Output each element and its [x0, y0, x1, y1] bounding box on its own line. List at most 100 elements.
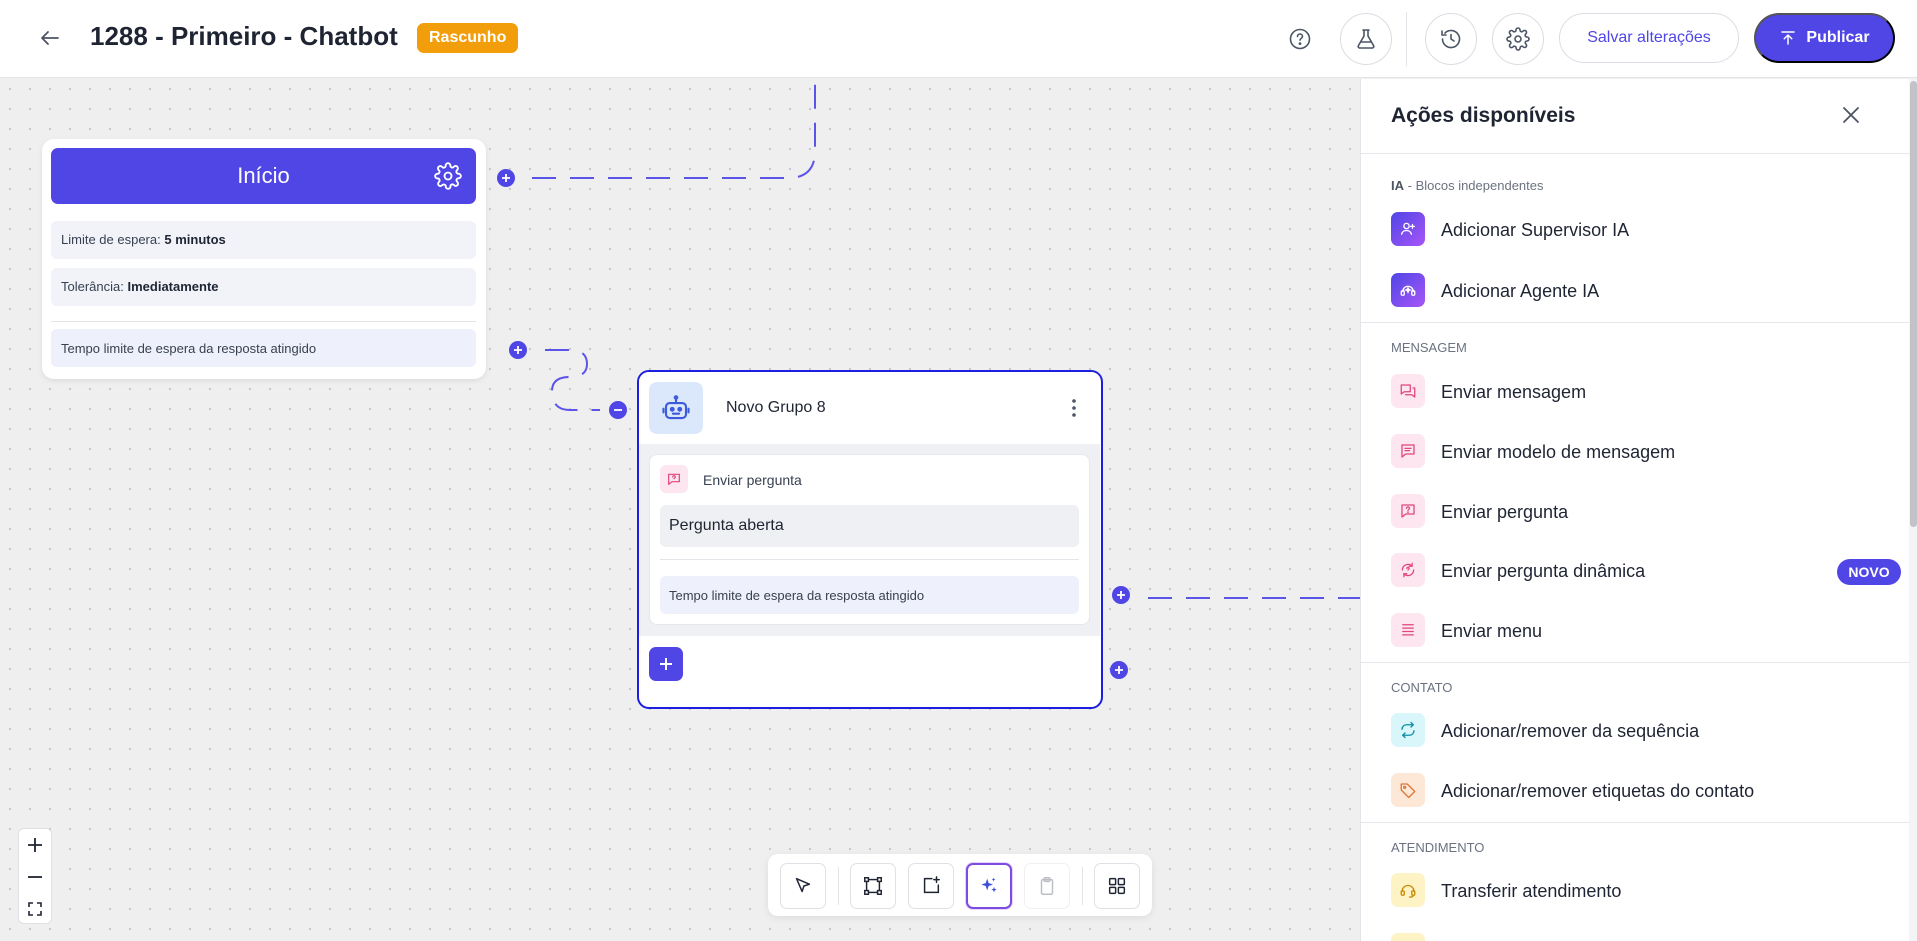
panel-divider — [1361, 822, 1909, 823]
step-divider — [660, 559, 1079, 560]
step-timeout-row: Tempo limite de espera da resposta ating… — [660, 576, 1079, 614]
question-step-card[interactable]: Enviar pergunta Pergunta aberta Tempo li… — [649, 454, 1090, 625]
question-text: Pergunta aberta — [660, 505, 1079, 547]
bot-avatar — [649, 382, 703, 434]
panel-divider — [1361, 322, 1909, 323]
zoom-out-button[interactable] — [19, 861, 51, 893]
agent-ai-icon — [1391, 273, 1425, 307]
start-node[interactable]: Início Limite de espera: 5 minutos Toler… — [42, 139, 486, 379]
history-icon — [1441, 29, 1461, 49]
ai-tool-button[interactable] — [966, 863, 1012, 909]
action-contact-tags[interactable]: Adicionar/remover etiquetas do contato — [1391, 770, 1891, 810]
help-circle-icon — [1289, 28, 1311, 50]
fit-view-button[interactable] — [19, 893, 51, 925]
action-send-menu[interactable]: Enviar menu — [1391, 610, 1891, 650]
start-node-divider — [51, 321, 476, 322]
add-step-button[interactable] — [649, 647, 683, 681]
add-connection-button[interactable] — [497, 169, 515, 187]
plus-icon — [660, 658, 672, 670]
tolerance-value: Imediatamente — [127, 279, 219, 294]
gear-icon[interactable] — [434, 162, 462, 190]
section-title-atendimento: ATENDIMENTO — [1391, 840, 1485, 855]
history-button[interactable] — [1425, 13, 1477, 65]
group-node-header[interactable]: Novo Grupo 8 — [639, 372, 1100, 444]
add-square-icon — [923, 876, 940, 894]
flow-canvas[interactable]: Início Limite de espera: 5 minutos Toler… — [0, 79, 1360, 941]
action-label: Enviar pergunta — [1441, 502, 1569, 522]
wait-limit-value: 5 minutos — [164, 232, 226, 247]
status-badge: Rascunho — [417, 23, 519, 53]
section-title-mensagem: MENSAGEM — [1391, 340, 1467, 355]
action-add-supervisor-ia[interactable]: Adicionar Supervisor IA — [1391, 209, 1891, 249]
question-bubble-icon — [1391, 494, 1425, 528]
action-send-dynamic-question[interactable]: Enviar pergunta dinâmica NOVO — [1391, 550, 1901, 590]
action-send-message-template[interactable]: Enviar modelo de mensagem — [1391, 431, 1891, 471]
zoom-in-button[interactable] — [19, 829, 51, 861]
sparkles-icon — [981, 877, 997, 893]
paste-tool-button[interactable] — [1024, 863, 1070, 909]
start-node-header[interactable]: Início — [51, 148, 476, 204]
section-title-ia: IA - Blocos independentes — [1391, 178, 1544, 193]
toolbar-divider — [838, 867, 839, 905]
minus-icon — [614, 409, 622, 411]
action-label: Enviar mensagem — [1441, 382, 1587, 402]
tolerance-label: Tolerância: — [61, 279, 124, 294]
settings-button[interactable] — [1492, 13, 1544, 65]
question-bubble-icon — [660, 465, 688, 493]
start-node-title: Início — [237, 163, 290, 188]
menu-list-icon — [1391, 613, 1425, 647]
action-label: Adicionar/remover da sequência — [1441, 721, 1700, 741]
close-icon[interactable] — [1837, 101, 1865, 129]
plus-icon — [514, 346, 522, 354]
back-arrow-icon[interactable] — [34, 22, 66, 54]
action-transfer-service[interactable]: Transferir atendimento — [1391, 870, 1891, 910]
action-next-partial[interactable] — [1391, 930, 1891, 941]
add-connection-button[interactable] — [1112, 586, 1130, 604]
cursor-icon — [795, 877, 811, 893]
plus-icon — [1115, 666, 1123, 674]
flask-icon — [1357, 29, 1375, 49]
minus-icon — [28, 876, 42, 878]
test-flow-button[interactable] — [1340, 13, 1392, 65]
remove-connection-button[interactable] — [609, 401, 627, 419]
scrollbar-thumb[interactable] — [1910, 81, 1917, 527]
group-node-name: Novo Grupo 8 — [726, 399, 826, 416]
frame-tool-button[interactable] — [850, 863, 896, 909]
add-group-tool-button[interactable] — [908, 863, 954, 909]
action-label: Transferir atendimento — [1441, 881, 1622, 901]
panel-divider — [1361, 662, 1909, 663]
tag-icon — [1391, 773, 1425, 807]
help-button[interactable] — [1274, 13, 1326, 65]
gear-icon — [1506, 27, 1530, 51]
save-changes-button[interactable]: Salvar alterações — [1559, 13, 1739, 63]
new-badge: NOVO — [1837, 559, 1901, 585]
step-type-label: Enviar pergunta — [703, 472, 802, 488]
clipboard-icon — [1040, 877, 1054, 895]
action-send-question[interactable]: Enviar pergunta — [1391, 491, 1891, 531]
toolbar-divider — [1082, 867, 1083, 905]
action-send-message[interactable]: Enviar mensagem — [1391, 371, 1891, 411]
action-label: Enviar pergunta dinâmica — [1441, 561, 1646, 581]
supervisor-ai-icon — [1391, 212, 1425, 246]
zoom-controls — [18, 828, 52, 924]
select-tool-button[interactable] — [780, 863, 826, 909]
publish-label: Publicar — [1806, 29, 1870, 46]
start-timeout-row: Tempo limite de espera da resposta ating… — [51, 329, 476, 367]
group-node[interactable]: Novo Grupo 8 Enviar pergunta Pergunta ab… — [637, 370, 1103, 709]
robot-icon — [662, 395, 690, 420]
action-sequence[interactable]: Adicionar/remover da sequência — [1391, 710, 1891, 750]
publish-button[interactable]: Publicar — [1754, 13, 1895, 63]
section-subtitle-ia: Blocos independentes — [1415, 178, 1544, 193]
grid-view-button[interactable] — [1094, 863, 1140, 909]
frame-icon — [864, 877, 882, 895]
dynamic-question-icon — [1391, 553, 1425, 587]
chat-bubbles-icon — [1391, 374, 1425, 408]
panel-title: Ações disponíveis — [1391, 104, 1576, 127]
add-connection-button[interactable] — [1110, 661, 1128, 679]
add-connection-button[interactable] — [509, 341, 527, 359]
tolerance-row: Tolerância: Imediatamente — [51, 268, 476, 306]
partial-action-icon — [1391, 933, 1425, 941]
action-add-agent-ia[interactable]: Adicionar Agente IA — [1391, 270, 1891, 310]
more-vertical-icon[interactable] — [1062, 394, 1086, 422]
plus-icon — [502, 174, 510, 182]
